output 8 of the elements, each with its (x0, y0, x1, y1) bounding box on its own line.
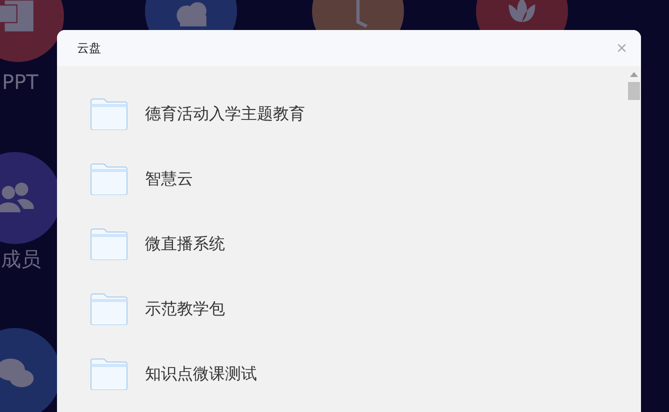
folder-name[interactable]: 智慧云 (145, 168, 193, 190)
folder-name[interactable]: 德育活动入学主题教育 (145, 104, 305, 124)
folder-name[interactable]: 知识点微课测试 (145, 364, 257, 384)
app-label: 成员 (1, 246, 41, 273)
dialog-title: 云盘 (77, 40, 101, 56)
folder-name[interactable]: 微直播系统 (145, 234, 225, 254)
folder-name[interactable]: 示范教学包 (145, 298, 225, 320)
app-label: PPT (2, 70, 38, 94)
